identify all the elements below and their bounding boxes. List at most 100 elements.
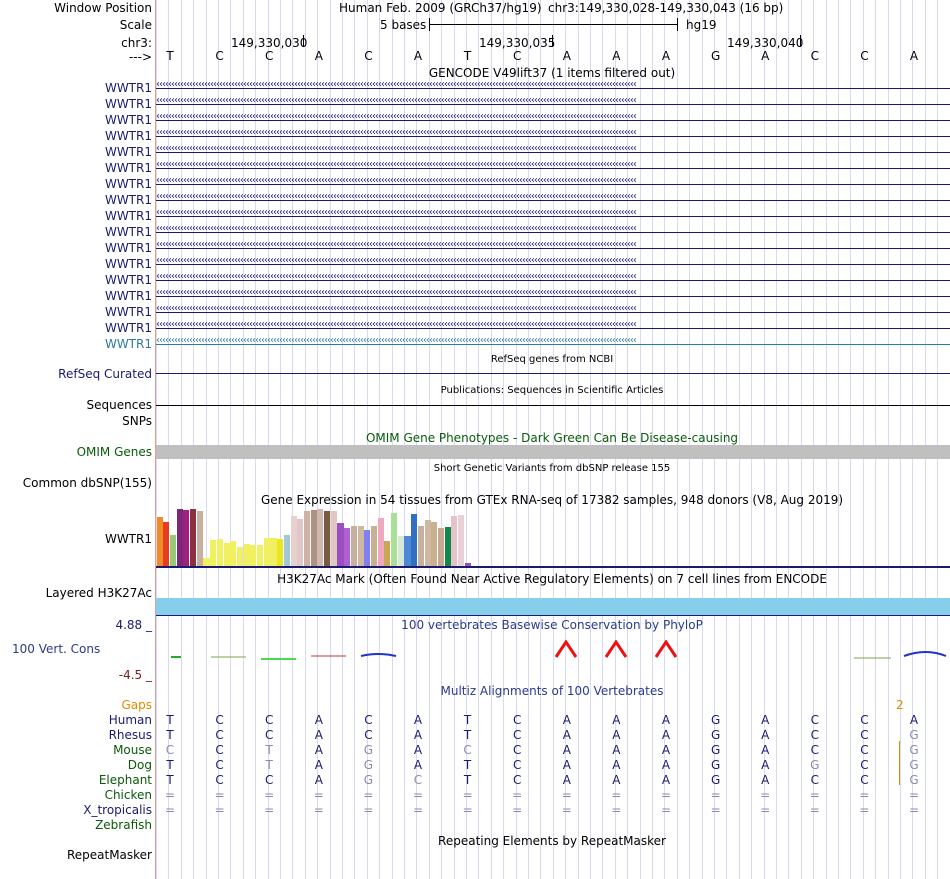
phylop-plot[interactable]	[156, 640, 950, 670]
gtex-tissue-bar[interactable]	[163, 521, 170, 566]
gencode-gene-label[interactable]: WWTR1	[105, 321, 152, 335]
gencode-transcript[interactable]: ‹‹‹‹‹‹‹‹‹‹‹‹‹‹‹‹‹‹‹‹‹‹‹‹‹‹‹‹‹‹‹‹‹‹‹‹‹‹‹‹…	[156, 319, 950, 333]
gtex-tissue-bar[interactable]	[263, 538, 270, 566]
gencode-transcript[interactable]: ‹‹‹‹‹‹‹‹‹‹‹‹‹‹‹‹‹‹‹‹‹‹‹‹‹‹‹‹‹‹‹‹‹‹‹‹‹‹‹‹…	[156, 255, 950, 269]
gtex-tissue-bar[interactable]	[437, 527, 445, 566]
gencode-gene-label[interactable]: WWTR1	[105, 113, 152, 127]
gencode-transcript[interactable]: ‹‹‹‹‹‹‹‹‹‹‹‹‹‹‹‹‹‹‹‹‹‹‹‹‹‹‹‹‹‹‹‹‹‹‹‹‹‹‹‹…	[156, 191, 950, 205]
publications-line[interactable]	[156, 405, 950, 406]
gencode-transcript[interactable]: ‹‹‹‹‹‹‹‹‹‹‹‹‹‹‹‹‹‹‹‹‹‹‹‹‹‹‹‹‹‹‹‹‹‹‹‹‹‹‹‹…	[156, 143, 950, 157]
gtex-tissue-bar[interactable]	[384, 541, 391, 566]
gtex-tissue-bar[interactable]	[250, 545, 257, 566]
multiz-species-label[interactable]: Elephant	[99, 773, 152, 787]
gtex-tissue-bar[interactable]	[417, 526, 424, 566]
gtex-tissue-bar[interactable]	[391, 512, 398, 566]
track-image[interactable]: Human Feb. 2009 (GRCh37/hg19) chr3:149,3…	[156, 0, 950, 879]
multiz-species-label[interactable]: Human	[109, 713, 152, 727]
snps-track-label[interactable]: SNPs	[122, 414, 152, 428]
refseq-line[interactable]	[156, 373, 950, 374]
gencode-transcript[interactable]: ‹‹‹‹‹‹‹‹‹‹‹‹‹‹‹‹‹‹‹‹‹‹‹‹‹‹‹‹‹‹‹‹‹‹‹‹‹‹‹‹…	[156, 303, 950, 317]
gencode-gene-label[interactable]: WWTR1	[105, 241, 152, 255]
h3k27ac-bar[interactable]	[156, 598, 950, 615]
omim-track-label[interactable]: OMIM Genes	[77, 445, 152, 459]
gtex-tissue-bar[interactable]	[243, 543, 250, 566]
gencode-gene-label[interactable]: WWTR1	[105, 193, 152, 207]
gencode-transcript[interactable]: ‹‹‹‹‹‹‹‹‹‹‹‹‹‹‹‹‹‹‹‹‹‹‹‹‹‹‹‹‹‹‹‹‹‹‹‹‹‹‹‹…	[156, 207, 950, 221]
gencode-gene-label[interactable]: WWTR1	[105, 225, 152, 239]
gtex-tissue-bar[interactable]	[357, 526, 364, 566]
gtex-tissue-bar[interactable]	[196, 510, 203, 566]
gtex-tissue-bar[interactable]	[297, 519, 304, 566]
gtex-tissue-bar[interactable]	[270, 537, 277, 566]
gtex-tissue-bar[interactable]	[370, 526, 378, 566]
gtex-tissue-bar[interactable]	[404, 536, 411, 566]
dbsnp-track-label[interactable]: Common dbSNP(155)	[23, 476, 152, 490]
gencode-transcript[interactable]: ‹‹‹‹‹‹‹‹‹‹‹‹‹‹‹‹‹‹‹‹‹‹‹‹‹‹‹‹‹‹‹‹‹‹‹‹‹‹‹‹…	[156, 111, 950, 125]
gtex-tissue-bar[interactable]	[236, 547, 244, 566]
gencode-gene-label[interactable]: WWTR1	[105, 129, 152, 143]
gtex-tissue-bar[interactable]	[424, 519, 431, 566]
gtex-tissue-bar[interactable]	[397, 536, 404, 566]
gtex-tissue-bar[interactable]	[203, 558, 210, 566]
gencode-gene-label[interactable]: WWTR1	[105, 145, 152, 159]
gencode-gene-label[interactable]: WWTR1	[105, 257, 152, 271]
gtex-tissue-bar[interactable]	[290, 515, 297, 566]
gtex-tissue-bar[interactable]	[257, 544, 264, 566]
gencode-transcript[interactable]: ‹‹‹‹‹‹‹‹‹‹‹‹‹‹‹‹‹‹‹‹‹‹‹‹‹‹‹‹‹‹‹‹‹‹‹‹‹‹‹‹…	[156, 271, 950, 285]
gtex-tissue-bar[interactable]	[230, 541, 237, 566]
gencode-gene-label[interactable]: WWTR1	[105, 289, 152, 303]
multiz-species-label[interactable]: Zebrafish	[95, 818, 152, 832]
gtex-tissue-bar[interactable]	[458, 515, 465, 566]
multiz-species-label[interactable]: Chicken	[105, 788, 152, 802]
publications-track-label[interactable]: Sequences	[87, 398, 152, 412]
gencode-transcript[interactable]: ‹‹‹‹‹‹‹‹‹‹‹‹‹‹‹‹‹‹‹‹‹‹‹‹‹‹‹‹‹‹‹‹‹‹‹‹‹‹‹‹…	[156, 159, 950, 173]
gtex-tissue-bar[interactable]	[169, 535, 177, 566]
gencode-transcript[interactable]: ‹‹‹‹‹‹‹‹‹‹‹‹‹‹‹‹‹‹‹‹‹‹‹‹‹‹‹‹‹‹‹‹‹‹‹‹‹‹‹‹…	[156, 79, 950, 93]
gtex-tissue-bar[interactable]	[156, 516, 163, 566]
multiz-species-label[interactable]: Dog	[128, 758, 152, 772]
gtex-gene-label[interactable]: WWTR1	[105, 532, 152, 546]
gtex-tissue-bar[interactable]	[350, 526, 357, 566]
gtex-tissue-bar[interactable]	[210, 540, 217, 566]
gencode-transcript[interactable]: ‹‹‹‹‹‹‹‹‹‹‹‹‹‹‹‹‹‹‹‹‹‹‹‹‹‹‹‹‹‹‹‹‹‹‹‹‹‹‹‹…	[156, 287, 950, 301]
gencode-gene-label[interactable]: WWTR1	[105, 209, 152, 223]
repeatmasker-track-label[interactable]: RepeatMasker	[67, 848, 152, 862]
gencode-gene-label[interactable]: WWTR1	[105, 305, 152, 319]
gtex-tissue-bar[interactable]	[364, 529, 371, 566]
gencode-gene-label[interactable]: WWTR1	[105, 81, 152, 95]
gtex-tissue-bar[interactable]	[183, 510, 190, 566]
gencode-gene-label[interactable]: WWTR1	[105, 177, 152, 191]
gencode-gene-label[interactable]: WWTR1	[105, 97, 152, 111]
gtex-bar-chart[interactable]	[156, 509, 950, 568]
gencode-transcript[interactable]: ‹‹‹‹‹‹‹‹‹‹‹‹‹‹‹‹‹‹‹‹‹‹‹‹‹‹‹‹‹‹‹‹‹‹‹‹‹‹‹‹…	[156, 175, 950, 189]
gencode-gene-label[interactable]: WWTR1	[105, 337, 152, 351]
gtex-tissue-bar[interactable]	[344, 528, 351, 566]
gencode-transcript[interactable]: ‹‹‹‹‹‹‹‹‹‹‹‹‹‹‹‹‹‹‹‹‹‹‹‹‹‹‹‹‹‹‹‹‹‹‹‹‹‹‹‹…	[156, 127, 950, 141]
gtex-tissue-bar[interactable]	[324, 510, 331, 566]
multiz-species-label[interactable]: Mouse	[113, 743, 152, 757]
phylop-track-label[interactable]: 100 Vert. Cons	[12, 642, 100, 656]
gencode-gene-label[interactable]: WWTR1	[105, 273, 152, 287]
refseq-track-label[interactable]: RefSeq Curated	[58, 367, 152, 381]
multiz-species-label[interactable]: Rhesus	[109, 728, 152, 742]
gtex-tissue-bar[interactable]	[444, 527, 451, 566]
gtex-tissue-bar[interactable]	[190, 509, 197, 566]
gtex-tissue-bar[interactable]	[451, 515, 458, 566]
gencode-transcript[interactable]: ‹‹‹‹‹‹‹‹‹‹‹‹‹‹‹‹‹‹‹‹‹‹‹‹‹‹‹‹‹‹‹‹‹‹‹‹‹‹‹‹…	[156, 335, 950, 349]
gtex-tissue-bar[interactable]	[176, 509, 183, 566]
gtex-tissue-bar[interactable]	[216, 539, 223, 566]
gtex-tissue-bar[interactable]	[330, 510, 337, 566]
h3k27ac-track-label[interactable]: Layered H3K27Ac	[46, 586, 152, 600]
gtex-tissue-bar[interactable]	[303, 510, 311, 566]
gencode-transcript[interactable]: ‹‹‹‹‹‹‹‹‹‹‹‹‹‹‹‹‹‹‹‹‹‹‹‹‹‹‹‹‹‹‹‹‹‹‹‹‹‹‹‹…	[156, 239, 950, 253]
gtex-tissue-bar[interactable]	[310, 509, 317, 566]
gtex-tissue-bar[interactable]	[337, 523, 344, 566]
gtex-tissue-bar[interactable]	[317, 509, 324, 566]
gtex-tissue-bar[interactable]	[283, 535, 290, 566]
omim-bar[interactable]	[156, 445, 950, 459]
gtex-tissue-bar[interactable]	[411, 514, 418, 566]
gencode-transcript[interactable]: ‹‹‹‹‹‹‹‹‹‹‹‹‹‹‹‹‹‹‹‹‹‹‹‹‹‹‹‹‹‹‹‹‹‹‹‹‹‹‹‹…	[156, 95, 950, 109]
multiz-species-label[interactable]: X_tropicalis	[83, 803, 152, 817]
gtex-tissue-bar[interactable]	[377, 518, 384, 566]
gtex-tissue-bar[interactable]	[431, 521, 438, 566]
